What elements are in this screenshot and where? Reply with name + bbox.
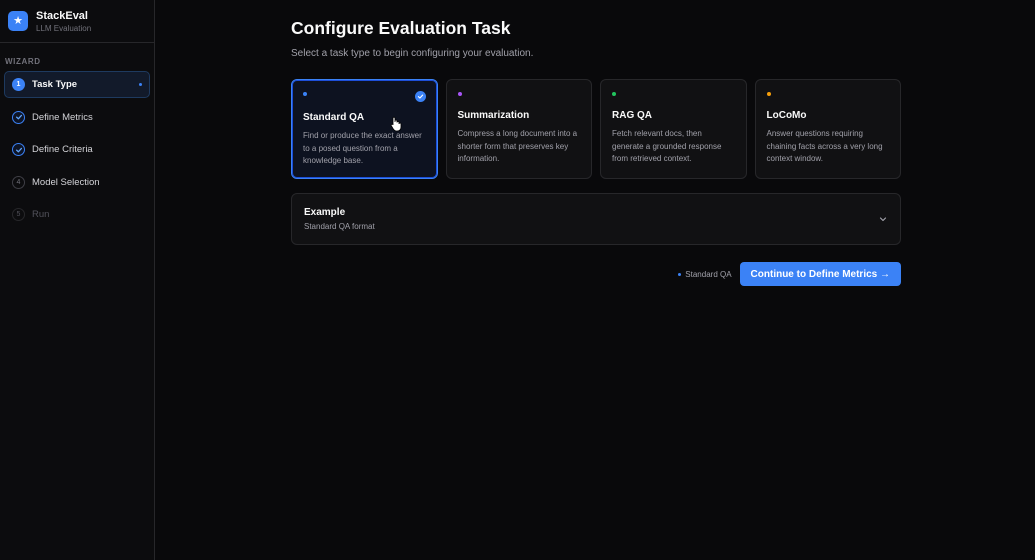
card-summarization[interactable]: Summarization Compress a long document i… [445, 79, 592, 179]
wizard-section-label: WIZARD [5, 57, 41, 66]
step-run: 5 Run [4, 201, 150, 228]
main-panel: Configure Evaluation Task Select a task … [155, 0, 1035, 560]
selected-task-label: Standard QA [685, 269, 732, 279]
card-description: Fetch relevant docs, then generate a gro… [612, 129, 722, 163]
brand-text: StackEval LLM Evaluation [36, 10, 91, 33]
app: ★ StackEval LLM Evaluation WIZARD 1 Task… [0, 0, 1035, 560]
card-description: Compress a long document into a shorter … [457, 129, 578, 163]
footer-actions: Standard QA Continue to Define Metrics → [291, 262, 901, 286]
step-define-metrics[interactable]: Define Metrics [4, 104, 150, 131]
active-dot-icon [139, 83, 142, 86]
step-label: Run [32, 209, 50, 220]
card-description: Find or produce the exact answer to a po… [303, 131, 422, 165]
example-title: Example [304, 207, 346, 218]
sidebar: ★ StackEval LLM Evaluation WIZARD 1 Task… [0, 0, 155, 560]
step-define-criteria[interactable]: Define Criteria [4, 136, 150, 163]
card-standard-qa[interactable]: Standard QA Find or produce the exact an… [291, 79, 438, 179]
check-circle-icon [414, 91, 426, 102]
dot-icon [612, 92, 616, 96]
check-icon [12, 110, 25, 124]
dot-icon [678, 272, 682, 276]
page-subtitle: Select a task type to begin configuring … [291, 48, 534, 59]
page-title: Configure Evaluation Task [291, 18, 511, 38]
card-title: Standard QA [303, 112, 365, 123]
card-rag-qa[interactable]: RAG QA Fetch relevant docs, then generat… [600, 79, 747, 179]
example-accordion[interactable]: Example Standard QA format [291, 193, 901, 245]
star-icon: ★ [8, 11, 28, 31]
step-number: 4 [12, 175, 25, 189]
brand-name: StackEval [36, 9, 88, 22]
wizard-steps: 1 Task Type Define Metrics Define Criter… [0, 71, 154, 228]
step-number: 1 [12, 78, 25, 91]
chevron-down-icon[interactable] [878, 214, 888, 224]
step-label: Task Type [32, 79, 78, 90]
selected-task-tag: Standard QA [678, 269, 732, 279]
step-label: Model Selection [32, 176, 100, 188]
brand[interactable]: ★ StackEval LLM Evaluation [0, 0, 154, 43]
mouse-cursor-icon [390, 116, 402, 132]
continue-button[interactable]: Continue to Define Metrics → [739, 262, 901, 286]
card-locomo[interactable]: LoCoMo Answer questions requiring chaini… [754, 79, 901, 179]
step-label: Define Criteria [32, 144, 93, 155]
card-title: Summarization [457, 110, 530, 121]
card-title: LoCoMo [766, 110, 807, 121]
step-label: Define Metrics [32, 111, 93, 123]
content: Configure Evaluation Task Select a task … [291, 18, 901, 286]
example-subtitle: Standard QA format [304, 222, 375, 231]
dot-icon [303, 92, 307, 96]
card-title: RAG QA [612, 110, 652, 121]
dot-icon [457, 92, 462, 96]
step-task-type[interactable]: 1 Task Type [4, 71, 150, 98]
brand-subtitle: LLM Evaluation [36, 23, 92, 33]
step-number: 5 [12, 208, 25, 221]
card-description: Answer questions requiring chaining fact… [766, 129, 883, 163]
step-model-selection[interactable]: 4 Model Selection [4, 169, 150, 196]
task-type-cards: Standard QA Find or produce the exact an… [291, 79, 901, 179]
dot-icon [766, 92, 771, 96]
example-text: Example Standard QA format [304, 207, 375, 231]
check-icon [12, 143, 25, 156]
